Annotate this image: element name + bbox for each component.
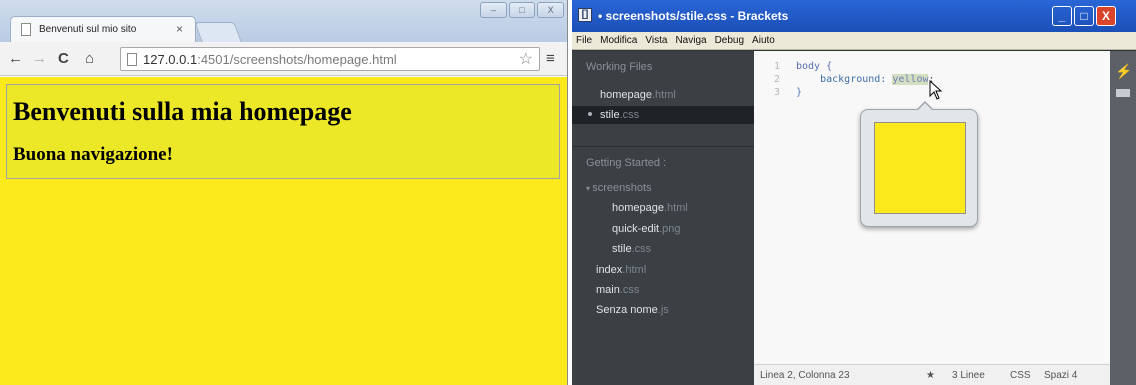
popover-pointer-inner [917,103,933,111]
file-ext: .css [631,243,652,255]
tree-file-main[interactable]: main.css [596,284,639,296]
file-ext: .png [659,223,681,235]
forward-arrow-icon[interactable]: → [32,50,47,67]
window-controls: – □ X [480,2,565,20]
code-line-2: 2 background: yellow; [764,73,935,86]
code-lines: 1 body { 2 background: yellow; 3} [764,60,935,99]
file-name: homepage [600,89,652,101]
maximize-button[interactable]: □ [508,2,536,18]
file-name: stile [600,109,620,121]
mouse-cursor-icon [929,80,943,100]
menu-bar: File Modifica Vista Naviga Debug Aiuto [572,32,1136,50]
back-arrow-icon[interactable]: ← [8,50,23,67]
right-toolbar: ⚡ [1110,51,1136,385]
file-ext: .html [664,202,688,214]
page-header-box: Benvenuti sulla mia homepage Buona navig… [6,84,560,179]
project-dropdown-icon: : [663,157,667,169]
url-path: :4501/screenshots/homepage.html [197,52,397,67]
file-name: stile [612,243,632,255]
tab-title: Benvenuti sul mio sito [39,24,137,35]
css-value[interactable]: yellow [892,74,929,85]
color-preview-popover [860,101,978,227]
working-file-stile[interactable]: stile.css [600,109,639,121]
file-ext: .html [652,89,676,101]
menu-modifica[interactable]: Modifica [596,32,641,49]
line-number: 2 [773,74,780,85]
file-name: main [596,284,620,296]
project-header[interactable]: Getting Started : [586,157,666,169]
extension-manager-icon[interactable] [1116,89,1130,97]
address-bar[interactable]: 127.0.0.1:4501/screenshots/homepage.html… [120,47,540,71]
menu-aiuto[interactable]: Aiuto [748,32,779,49]
code-line-1: 1 body { [764,60,935,73]
close-button[interactable]: X [537,2,565,18]
page-subheading: Buona navigazione! [13,144,173,165]
menu-vista[interactable]: Vista [641,32,671,49]
open-brace: { [826,61,833,72]
line-count: 3 Linee [952,370,985,381]
cursor-position: Linea 2, Colonna 23 [760,370,850,381]
folder-name: screenshots [592,182,652,194]
css-selector: body [796,61,821,72]
url-text: 127.0.0.1:4501/screenshots/homepage.html [143,52,397,67]
working-file-homepage[interactable]: homepage.html [600,89,676,101]
new-tab-button[interactable] [194,22,242,42]
file-ext: .html [622,264,647,276]
chrome-titlebar: Benvenuti sul mio sito × – □ X [0,0,567,42]
file-name: quick-edit [612,223,660,235]
chrome-menu-icon[interactable]: ≡ [546,50,555,67]
minimize-button[interactable]: – [480,2,507,18]
file-icon [127,53,137,66]
working-files-header: Working Files [586,61,653,73]
project-name: Getting Started [586,157,660,169]
folder-screenshots[interactable]: ▾ screenshots [586,182,652,194]
brackets-titlebar: [] • screenshots/stile.css - Brackets _ … [572,0,1136,32]
file-ext: .css [619,284,640,296]
window-title: • screenshots/stile.css - Brackets [598,9,789,23]
unsaved-dot-icon [588,112,592,116]
reload-icon[interactable]: C [58,50,69,67]
code-line-3: 3} [764,86,935,99]
file-ext: .js [657,304,669,316]
menu-debug[interactable]: Debug [711,32,748,49]
star-icon[interactable]: ★ [926,370,935,381]
file-ext: .css [619,109,640,121]
line-number: 1 [773,61,780,72]
chrome-window: Benvenuti sul mio sito × – □ X ← → C ⌂ 1… [0,0,568,385]
css-property: background: [820,74,887,85]
brackets-window: [] • screenshots/stile.css - Brackets _ … [572,0,1136,385]
color-swatch [874,122,966,214]
close-brace: } [796,87,803,98]
browser-tab[interactable]: Benvenuti sul mio sito × [10,16,196,42]
minimize-button[interactable]: _ [1052,6,1072,26]
home-icon[interactable]: ⌂ [85,50,94,67]
menu-file[interactable]: File [572,32,596,49]
tab-close-icon[interactable]: × [176,22,183,36]
brackets-app-icon: [] [578,8,592,22]
file-name: homepage [612,202,664,214]
tree-file-senza-nome[interactable]: Senza nome.js [596,304,669,316]
menu-naviga[interactable]: Naviga [671,32,710,49]
page-heading: Benvenuti sulla mia homepage [13,97,352,126]
live-preview-icon[interactable]: ⚡ [1115,63,1132,80]
page-icon [21,23,31,36]
file-name: index [596,264,623,276]
tree-file-stile[interactable]: stile.css [612,243,651,255]
indent-spaces[interactable]: Spazi 4 [1044,370,1077,381]
page-viewport: Benvenuti sulla mia homepage Buona navig… [0,77,567,385]
tree-file-index[interactable]: index.html [596,264,646,276]
tree-file-quick-edit[interactable]: quick-edit.png [612,223,681,235]
close-button[interactable]: X [1096,6,1116,26]
tree-file-homepage[interactable]: homepage.html [612,202,688,214]
sidebar: Working Files homepage.html stile.css Ge… [572,51,764,385]
browser-toolbar: ← → C ⌂ 127.0.0.1:4501/screenshots/homep… [0,42,567,76]
status-bar: Linea 2, Colonna 23 ★ 3 Linee CSS Spazi … [754,364,1110,385]
file-name: Senza nome [596,304,658,316]
bookmark-star-icon[interactable]: ☆ [519,49,533,69]
sidebar-divider [572,146,754,147]
language-mode[interactable]: CSS [1010,370,1031,381]
line-number: 3 [773,87,780,98]
maximize-button[interactable]: □ [1074,6,1094,26]
url-host: 127.0.0.1 [143,52,198,67]
